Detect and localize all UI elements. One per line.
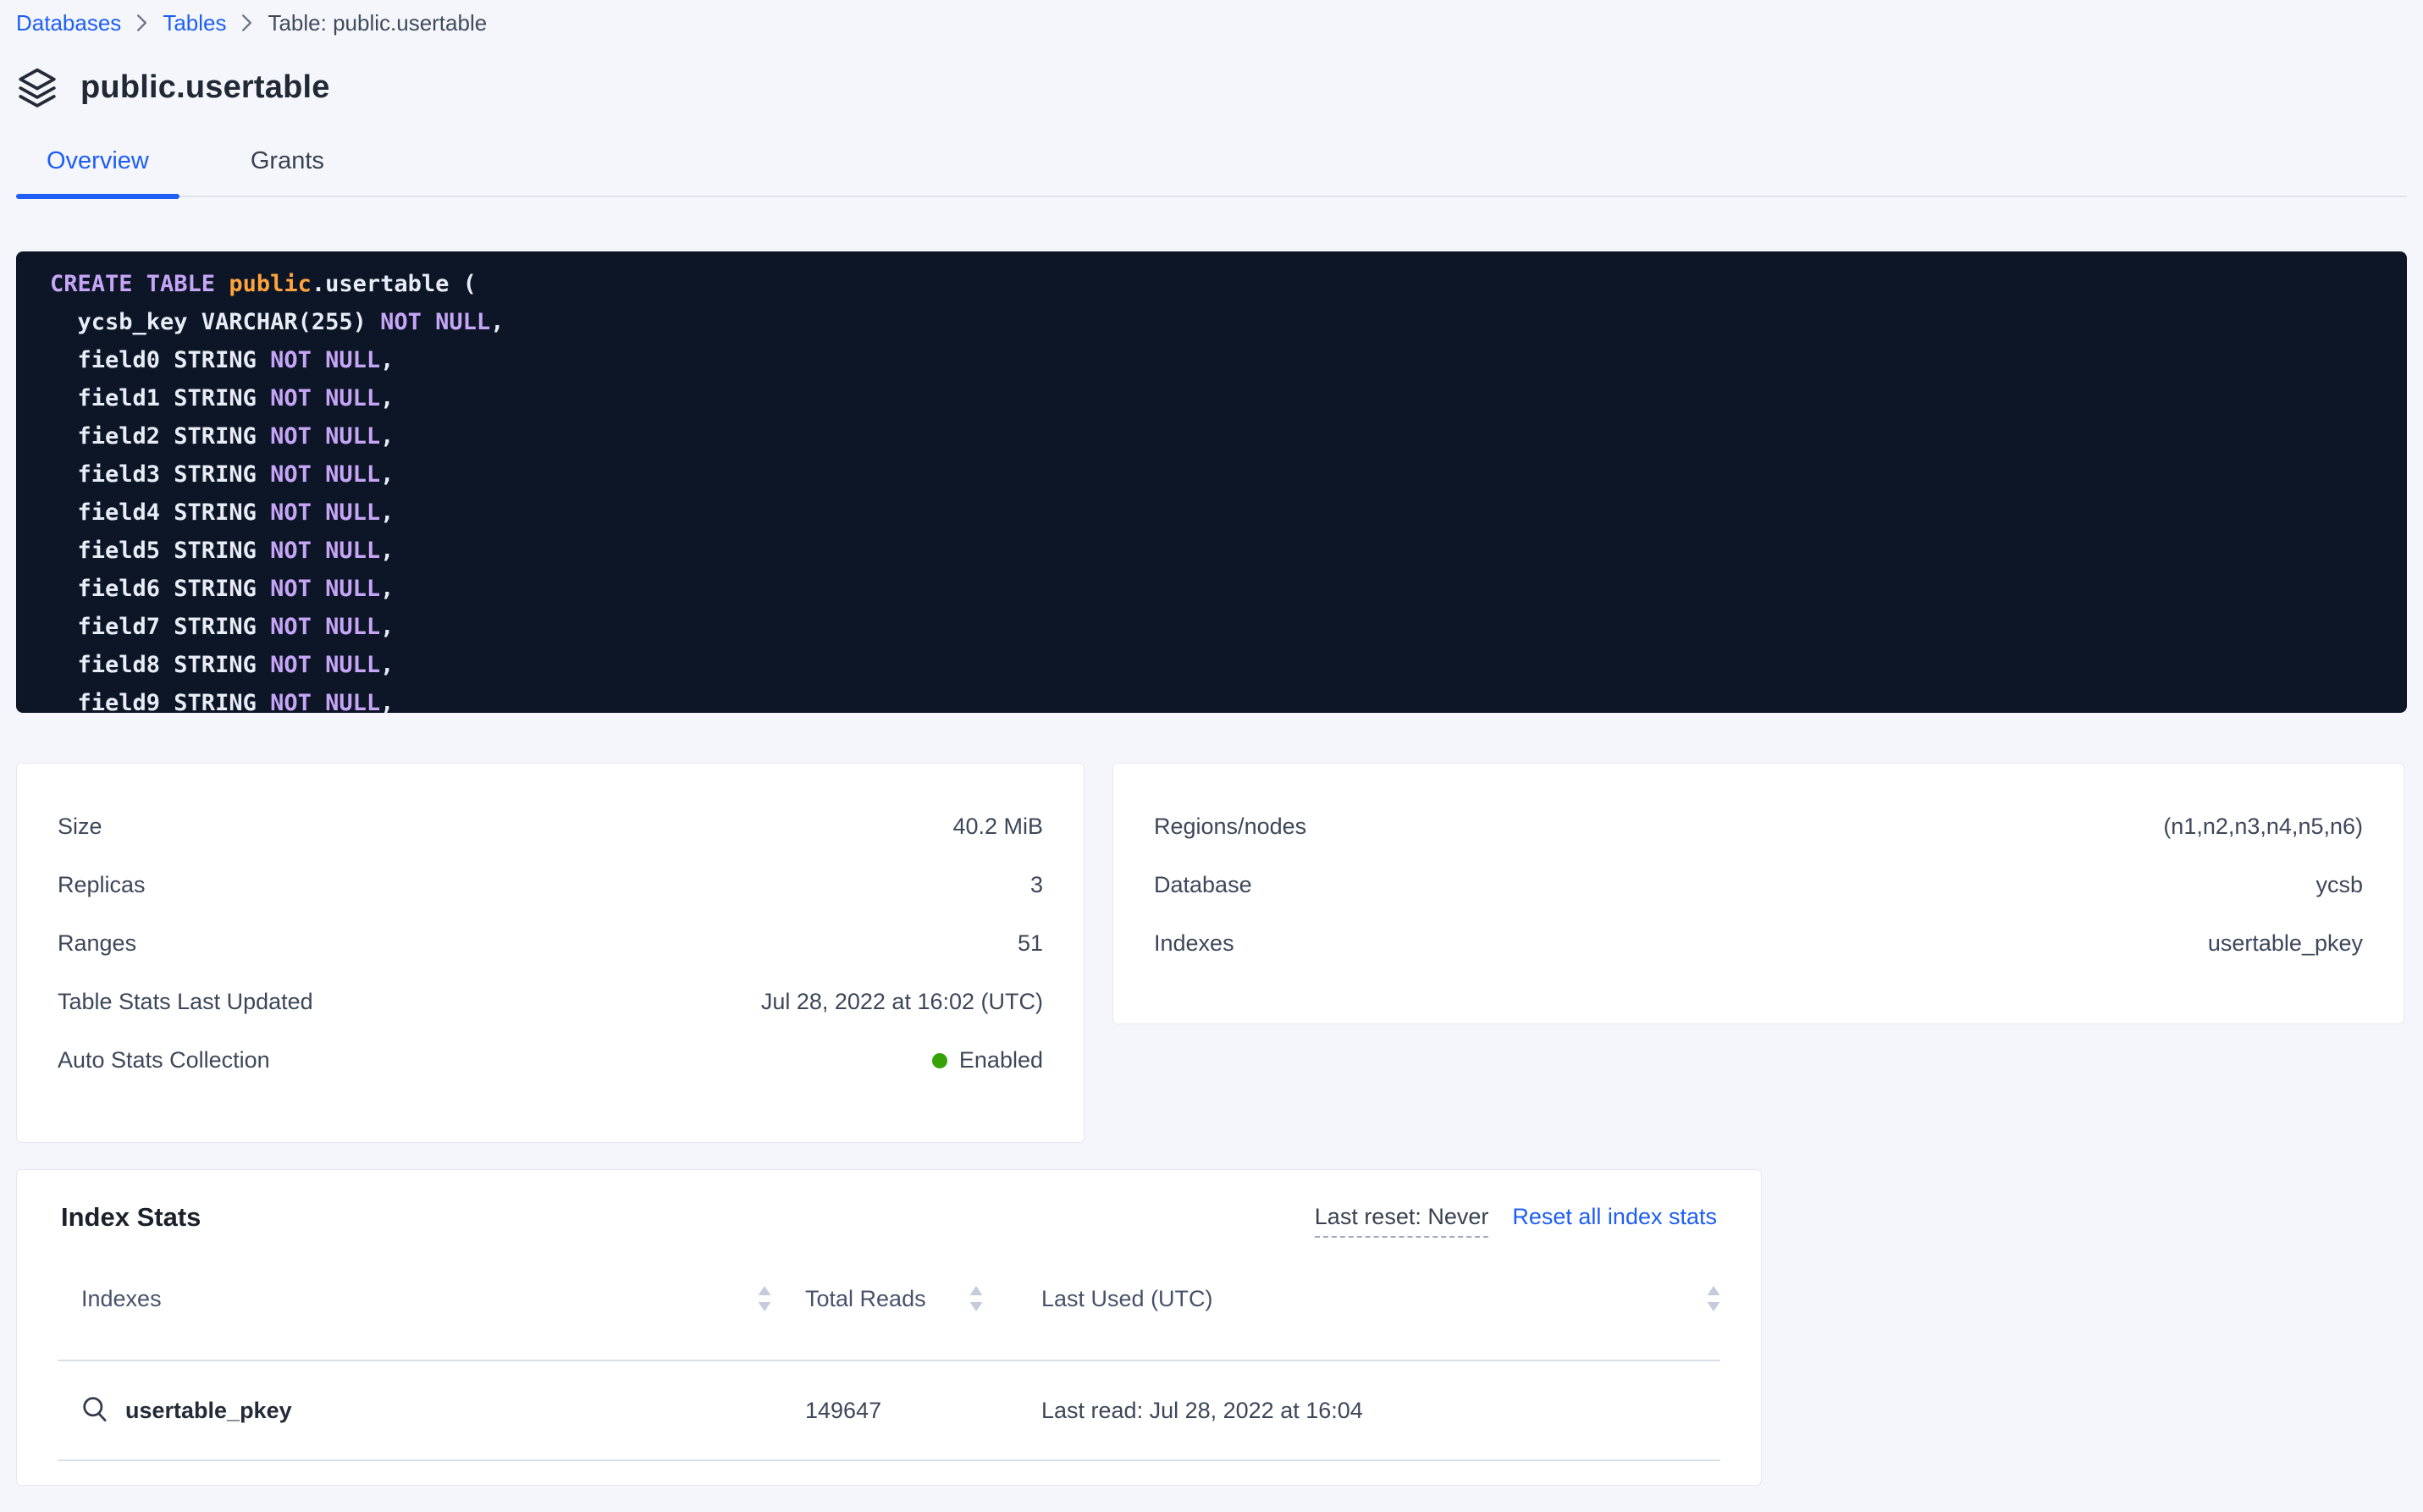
sql-line: field9 STRING NOT NULL,	[50, 684, 2373, 713]
stat-label: Size	[58, 814, 102, 840]
sql-line: field2 STRING NOT NULL,	[50, 417, 2373, 455]
stat-label: Database	[1154, 872, 1252, 898]
stat-value: usertable_pkey	[2208, 930, 2363, 957]
stat-label: Regions/nodes	[1154, 814, 1306, 840]
sql-line: field1 STRING NOT NULL,	[50, 379, 2373, 417]
column-header-last-used-utc[interactable]: Last Used (UTC)	[983, 1286, 1720, 1312]
stat-label: Auto Stats Collection	[58, 1047, 270, 1073]
sort-arrows-icon	[1707, 1286, 1720, 1311]
stat-value: 51	[1018, 930, 1043, 957]
last-used-cell: Last read: Jul 28, 2022 at 16:04	[983, 1398, 1720, 1424]
sql-line: ycsb_key VARCHAR(255) NOT NULL,	[50, 303, 2373, 341]
stat-label: Table Stats Last Updated	[58, 989, 313, 1015]
table-stats-card: Size 40.2 MiB Replicas 3 Ranges 51 Table Stats…	[16, 763, 1085, 1143]
index-table-header-row: Indexes Total Reads Last Used (UTC)	[58, 1238, 1720, 1361]
breadcrumb-current: Table: public.usertable	[268, 10, 487, 36]
stat-row: Database ycsb	[1113, 856, 2404, 914]
sql-line: field8 STRING NOT NULL,	[50, 646, 2373, 684]
column-header-label: Total Reads	[805, 1286, 926, 1312]
stat-label: Replicas	[58, 872, 146, 898]
stat-value: 40.2 MiB	[952, 814, 1043, 840]
stat-row: Size 40.2 MiB	[17, 797, 1084, 856]
column-header-label: Indexes	[81, 1286, 162, 1312]
page-header: public.usertable	[16, 66, 2407, 108]
tab-bar: Overview Grants	[16, 147, 2407, 197]
index-stats-table: Indexes Total Reads Last Used (UTC) userta…	[58, 1238, 1720, 1461]
total-reads-cell: 149647	[771, 1398, 983, 1424]
sort-arrows-icon	[758, 1286, 771, 1311]
index-stats-header: Index Stats Last reset: Never Reset all …	[17, 1170, 1761, 1238]
create-table-statement: CREATE TABLE public.usertable ( ycsb_key…	[16, 251, 2407, 713]
search-icon	[81, 1396, 110, 1425]
sort-arrows-icon	[969, 1286, 983, 1311]
sql-line: field3 STRING NOT NULL,	[50, 455, 2373, 494]
stat-row: Ranges 51	[17, 914, 1084, 973]
sql-line: CREATE TABLE public.usertable (	[50, 265, 2373, 303]
green-dot-icon	[932, 1053, 947, 1068]
index-table-body: usertable_pkey 149647Last read: Jul 28, 2…	[58, 1361, 1720, 1461]
column-header-indexes[interactable]: Indexes	[58, 1286, 771, 1312]
table-details-page: Databases Tables Table: public.usertable p…	[0, 0, 2423, 1486]
index-stats-card: Index Stats Last reset: Never Reset all …	[16, 1169, 1762, 1486]
stat-label: Ranges	[58, 930, 136, 957]
stat-value: 3	[1030, 872, 1043, 898]
index-stats-controls: Last reset: Never Reset all index stats	[1315, 1204, 1717, 1238]
stat-row: Auto Stats Collection Enabled	[17, 1031, 1084, 1090]
index-name[interactable]: usertable_pkey	[125, 1398, 292, 1424]
stat-value: Enabled	[932, 1047, 1043, 1073]
chevron-right-icon	[136, 14, 147, 32]
index-stats-title: Index Stats	[61, 1202, 201, 1233]
page-title: public.usertable	[80, 69, 330, 106]
column-header-total-reads[interactable]: Total Reads	[771, 1286, 983, 1312]
sql-line: field7 STRING NOT NULL,	[50, 608, 2373, 646]
reset-all-index-stats-link[interactable]: Reset all index stats	[1512, 1204, 1717, 1230]
stat-label: Indexes	[1154, 930, 1234, 957]
breadcrumb-link[interactable]: Databases	[16, 10, 121, 36]
stat-row: Regions/nodes (n1,n2,n3,n4,n5,n6)	[1113, 797, 2404, 856]
stat-row: Replicas 3	[17, 856, 1084, 914]
sql-line: field0 STRING NOT NULL,	[50, 341, 2373, 379]
summary-cards-row: Size 40.2 MiB Replicas 3 Ranges 51 Table Stats…	[16, 763, 2407, 1143]
sql-line: field4 STRING NOT NULL,	[50, 494, 2373, 532]
column-header-label: Last Used (UTC)	[1041, 1286, 1213, 1312]
table-meta-card: Regions/nodes (n1,n2,n3,n4,n5,n6) Database…	[1112, 763, 2404, 1024]
stat-value: ycsb	[2315, 872, 2363, 898]
last-reset-label[interactable]: Last reset: Never	[1315, 1204, 1489, 1238]
tab-grants[interactable]: Grants	[220, 147, 355, 196]
index-stats-row[interactable]: usertable_pkey 149647Last read: Jul 28, 2…	[58, 1361, 1720, 1461]
breadcrumb-link[interactable]: Tables	[163, 10, 226, 36]
stat-value: (n1,n2,n3,n4,n5,n6)	[2163, 814, 2363, 840]
index-name-cell[interactable]: usertable_pkey	[58, 1396, 771, 1425]
sql-line: field6 STRING NOT NULL,	[50, 570, 2373, 608]
stat-row: Indexes usertable_pkey	[1113, 914, 2404, 973]
stat-value: Jul 28, 2022 at 16:02 (UTC)	[761, 989, 1043, 1015]
chevron-right-icon	[241, 14, 252, 32]
stack-icon	[16, 66, 58, 108]
stat-row: Table Stats Last Updated Jul 28, 2022 at …	[17, 973, 1084, 1031]
sql-line: field5 STRING NOT NULL,	[50, 532, 2373, 570]
breadcrumb: Databases Tables Table: public.usertable	[16, 0, 2407, 34]
tab-overview[interactable]: Overview	[16, 147, 179, 196]
